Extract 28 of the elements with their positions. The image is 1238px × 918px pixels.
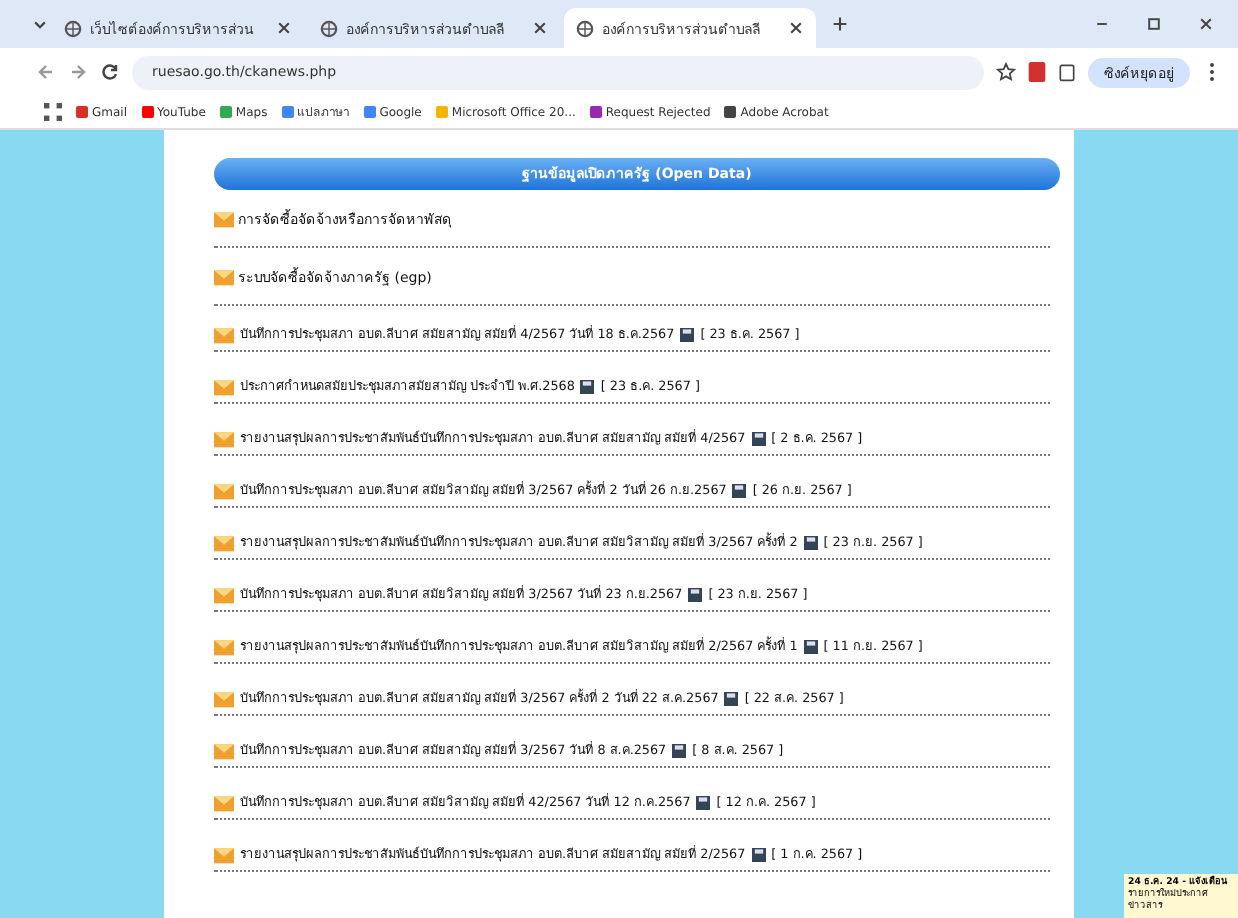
- envelope-icon: [214, 533, 234, 551]
- plus-icon[interactable]: [832, 16, 848, 32]
- close-icon[interactable]: [532, 20, 548, 36]
- envelope-icon: [214, 268, 234, 286]
- envelope-icon: [214, 429, 234, 447]
- envelope-icon: [214, 793, 234, 811]
- envelope-icon: [214, 585, 234, 603]
- envelope-icon: [214, 741, 234, 759]
- back-arrow-icon[interactable]: [36, 62, 56, 82]
- maximize-icon[interactable]: [1146, 16, 1162, 32]
- chevron-down-icon[interactable]: [32, 16, 48, 32]
- envelope-icon: [214, 845, 234, 863]
- apps-grid-icon[interactable]: [44, 102, 62, 122]
- envelope-icon: [214, 210, 234, 228]
- globe-icon: [576, 19, 594, 37]
- envelope-icon: [214, 325, 234, 343]
- globe-icon: [64, 19, 82, 37]
- star-icon[interactable]: [996, 62, 1016, 82]
- forward-arrow-icon[interactable]: [68, 62, 88, 82]
- close-icon[interactable]: [276, 20, 292, 36]
- envelope-icon: [214, 637, 234, 655]
- close-icon[interactable]: [1198, 16, 1214, 32]
- envelope-icon: [214, 481, 234, 499]
- envelope-icon: [214, 689, 234, 707]
- reload-icon[interactable]: [100, 62, 120, 82]
- globe-icon: [320, 19, 338, 37]
- close-icon[interactable]: [788, 20, 804, 36]
- envelope-icon: [214, 377, 234, 395]
